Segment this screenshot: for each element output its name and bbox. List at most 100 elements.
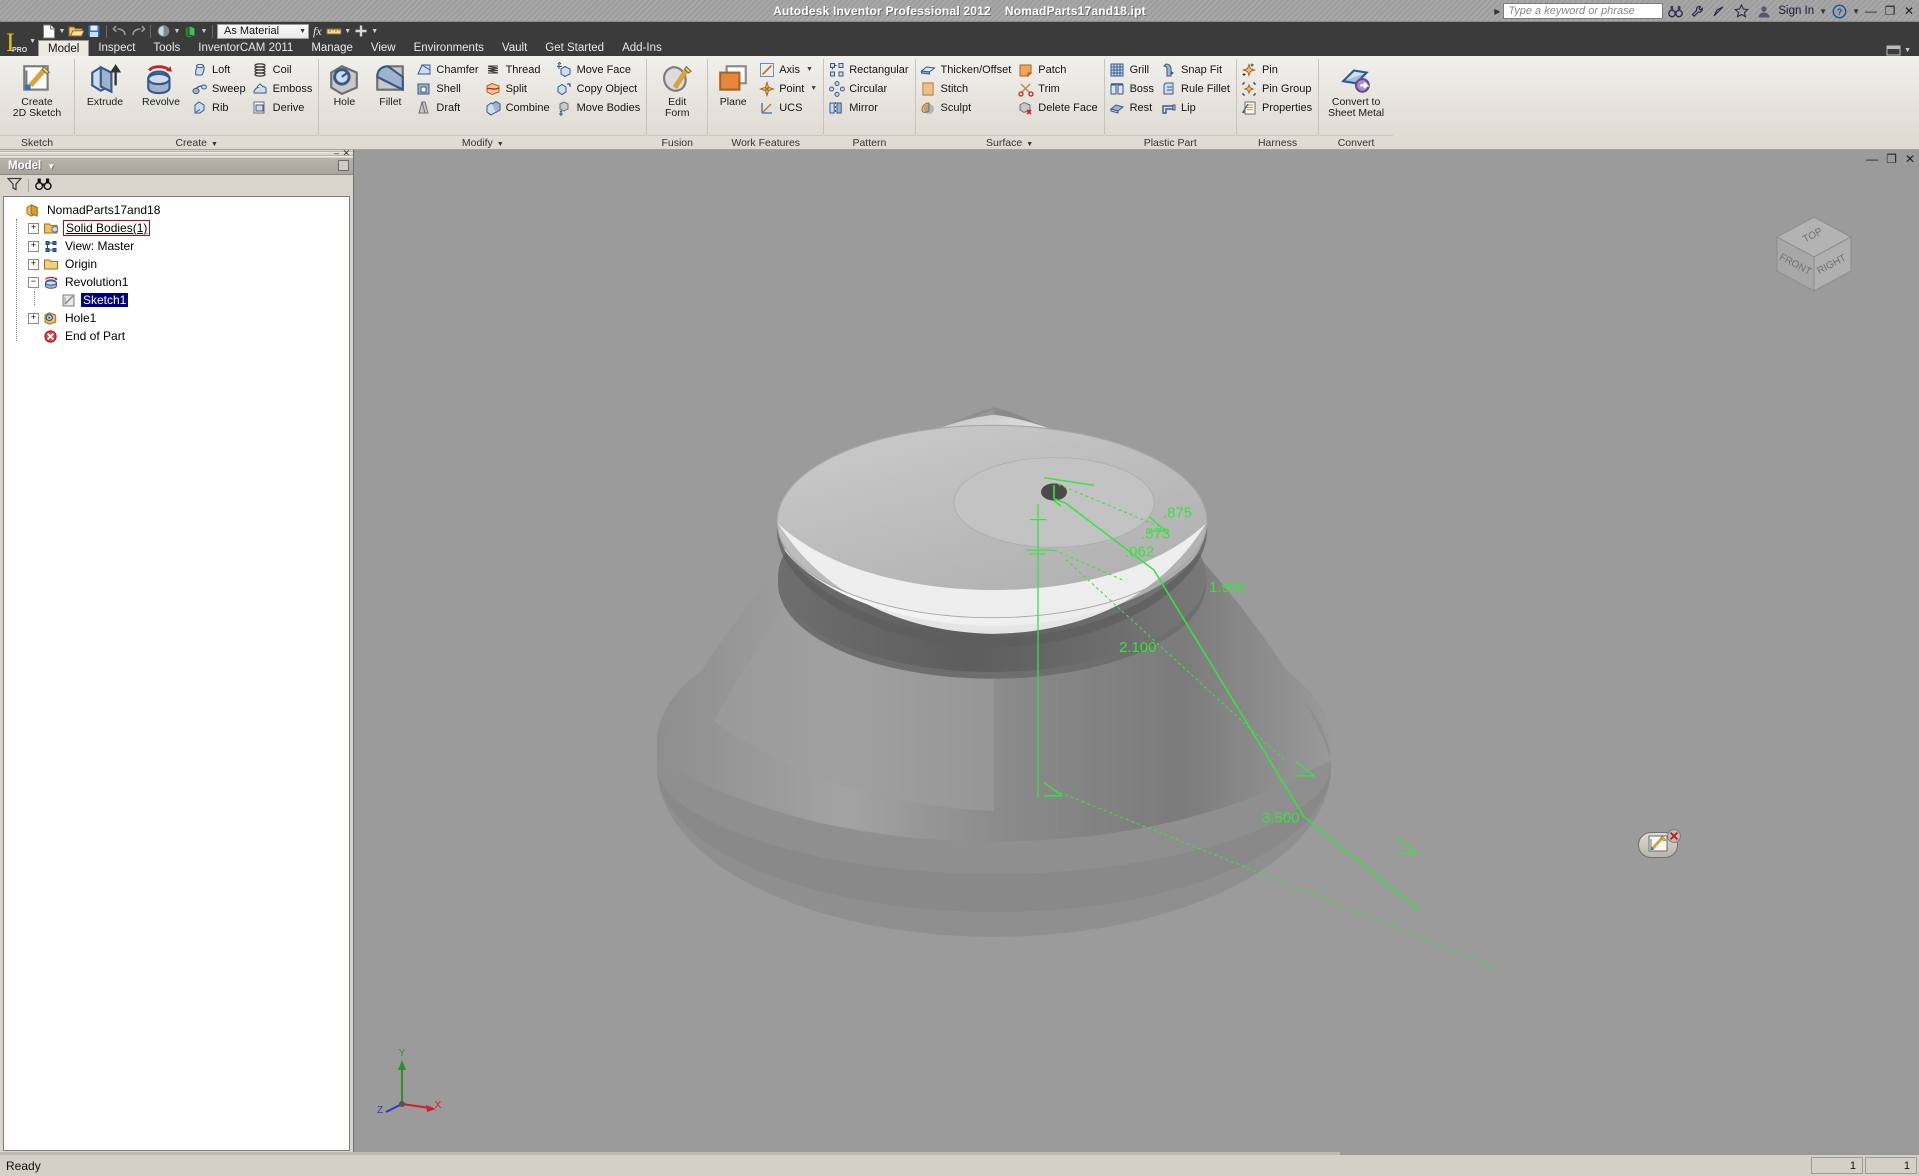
dimension-value[interactable]: .062 bbox=[1125, 545, 1154, 561]
tree-expand-icon[interactable]: + bbox=[28, 240, 39, 252]
ribbon-button-chamfer[interactable]: Chamfer bbox=[413, 60, 482, 79]
window-restore-button[interactable]: ❐ bbox=[1882, 3, 1898, 19]
qat-overflow-arrow[interactable]: ▶ bbox=[1494, 7, 1500, 16]
redo-icon[interactable] bbox=[129, 23, 146, 40]
horizontal-scrollbar[interactable] bbox=[0, 1152, 1340, 1155]
ribbon-button-thread[interactable]: Thread bbox=[483, 60, 554, 79]
favorites-star-icon[interactable] bbox=[1732, 2, 1751, 20]
save-icon[interactable] bbox=[85, 23, 102, 40]
sign-in-button[interactable]: Sign In bbox=[1776, 5, 1816, 17]
ribbon-button-mirror[interactable]: Mirror bbox=[826, 98, 912, 117]
viewport-restore-button[interactable]: ❐ bbox=[1886, 152, 1897, 166]
tab-inventorcam-2011[interactable]: InventorCAM 2011 bbox=[189, 40, 302, 56]
search-binoculars-icon[interactable] bbox=[1666, 2, 1685, 20]
filter-icon[interactable] bbox=[6, 177, 23, 194]
sign-in-dropdown-icon[interactable]: ▼ bbox=[1819, 7, 1827, 16]
tree-node-solid-bodies-1-[interactable]: + Solid Bodies(1) bbox=[4, 219, 349, 237]
tab-add-ins[interactable]: Add-Ins bbox=[613, 40, 671, 56]
inventor-logo[interactable]: I PRO ▼ bbox=[2, 23, 36, 56]
tree-expand-icon[interactable]: + bbox=[28, 222, 39, 234]
ribbon-button-rib[interactable]: Rib bbox=[189, 98, 250, 117]
ribbon-button-fillet[interactable]: Fillet bbox=[367, 59, 413, 108]
tree-node-end-of-part[interactable]: End of Part bbox=[4, 327, 349, 345]
plus-icon[interactable] bbox=[353, 23, 370, 40]
window-close-button[interactable]: ✕ bbox=[1901, 3, 1917, 19]
ribbon-button-boss[interactable]: Boss bbox=[1107, 79, 1158, 98]
ribbon-button-thicken-offset[interactable]: Thicken/Offset bbox=[918, 60, 1016, 79]
panel-label[interactable]: Create ▼ bbox=[75, 135, 319, 149]
ribbon-button-move-face[interactable]: Move Face bbox=[554, 60, 645, 79]
ribbon-button-trim[interactable]: Trim bbox=[1015, 79, 1101, 98]
ribbon-button-sculpt[interactable]: Sculpt bbox=[918, 98, 1016, 117]
ribbon-button-edit-form[interactable]: Edit Form bbox=[649, 59, 705, 119]
ribbon-button-pin-group[interactable]: Pin Group bbox=[1239, 79, 1316, 98]
ribbon-button-shell[interactable]: Shell bbox=[413, 79, 482, 98]
ribbon-button-point[interactable]: Point ▼ bbox=[756, 79, 821, 98]
delete-red-x-icon[interactable] bbox=[1666, 828, 1682, 844]
ribbon-button-snap-fit[interactable]: Snap Fit bbox=[1158, 60, 1234, 79]
dimension-value[interactable]: 2.100 bbox=[1119, 640, 1156, 656]
tree-node-revolution1[interactable]: − Revolution1 bbox=[4, 273, 349, 291]
qat-more-chevron-down-icon[interactable]: ▼ bbox=[371, 28, 379, 35]
ribbon-display-options[interactable]: ▼ bbox=[1886, 45, 1911, 56]
ribbon-button-sweep[interactable]: Sweep bbox=[189, 79, 250, 98]
tab-inspect[interactable]: Inspect bbox=[89, 40, 144, 56]
ribbon-button-ucs[interactable]: UCS bbox=[756, 98, 821, 117]
ribbon-button-circular[interactable]: Circular bbox=[826, 79, 912, 98]
ribbon-button-move-bodies[interactable]: Move Bodies bbox=[554, 98, 645, 117]
panel-label[interactable]: Surface ▼ bbox=[915, 135, 1104, 149]
tree-expand-icon[interactable]: + bbox=[28, 312, 39, 324]
ribbon-button-hole[interactable]: Hole bbox=[321, 59, 367, 108]
tree-node-origin[interactable]: + Origin bbox=[4, 255, 349, 273]
tree-node-hole1[interactable]: + Hole1 bbox=[4, 309, 349, 327]
ribbon-button-convert-to-sheet-metal[interactable]: Convert to Sheet Metal bbox=[1321, 59, 1391, 119]
ribbon-button-grill[interactable]: Grill bbox=[1107, 60, 1158, 79]
ribbon-button-copy-object[interactable]: Copy Object bbox=[554, 79, 645, 98]
ribbon-button-emboss[interactable]: Emboss bbox=[250, 79, 317, 98]
viewport-close-button[interactable]: ✕ bbox=[1905, 152, 1915, 166]
tab-environments[interactable]: Environments bbox=[405, 40, 493, 56]
ribbon-button-rectangular[interactable]: Rectangular bbox=[826, 60, 912, 79]
ribbon-button-split[interactable]: Split bbox=[483, 79, 554, 98]
ribbon-button-rule-fillet[interactable]: Rule Fillet bbox=[1158, 79, 1234, 98]
help-dropdown-icon[interactable]: ▼ bbox=[1852, 7, 1860, 16]
panel-chevron-down-icon[interactable]: ▼ bbox=[497, 141, 504, 148]
appearance-dropdown-icon[interactable]: ▼ bbox=[173, 28, 181, 35]
ribbon-button-rest[interactable]: Rest bbox=[1107, 98, 1158, 117]
tree-node-sketch1[interactable]: Sketch1 bbox=[4, 291, 349, 309]
browser-pin-icon[interactable] bbox=[338, 160, 349, 171]
ribbon-button-pin[interactable]: Pin bbox=[1239, 60, 1316, 79]
material-select[interactable]: As Material ▼ bbox=[217, 23, 309, 39]
ribbon-button-draft[interactable]: Draft bbox=[413, 98, 482, 117]
tab-tools[interactable]: Tools bbox=[144, 40, 189, 56]
tab-vault[interactable]: Vault bbox=[493, 40, 536, 56]
material-dropdown-icon[interactable]: ▼ bbox=[200, 28, 208, 35]
view-cube[interactable]: TOP FRONT RIGHT bbox=[1759, 205, 1869, 300]
ribbon-button-combine[interactable]: Combine bbox=[483, 98, 554, 117]
measure-icon[interactable] bbox=[326, 23, 343, 40]
search-input[interactable]: Type a keyword or phrase bbox=[1503, 3, 1664, 19]
panel-chevron-down-icon[interactable]: ▼ bbox=[211, 141, 218, 148]
dish-feedback-icon[interactable] bbox=[1710, 2, 1729, 20]
undo-icon[interactable] bbox=[111, 23, 128, 40]
browser-minimize-icon[interactable]: – bbox=[334, 148, 339, 158]
ribbon-button-coil[interactable]: Coil bbox=[250, 60, 317, 79]
tree-node-nomadparts17and18[interactable]: NomadParts17and18 bbox=[4, 201, 349, 219]
ribbon-button-axis[interactable]: Axis ▼ bbox=[756, 60, 821, 79]
chevron-down-icon[interactable]: ▼ bbox=[806, 66, 813, 73]
tree-collapse-icon[interactable]: − bbox=[28, 276, 39, 288]
tab-model[interactable]: Model bbox=[38, 40, 90, 56]
browser-chevron-down-icon[interactable]: ▼ bbox=[47, 162, 55, 171]
graphics-viewport[interactable]: — ❐ ✕ .875 .573 .062 1.950 2.100 3.500 T… bbox=[354, 150, 1919, 1154]
ribbon-button-properties[interactable]: Properties bbox=[1239, 98, 1316, 117]
tab-get-started[interactable]: Get Started bbox=[536, 40, 613, 56]
panel-chevron-down-icon[interactable]: ▼ bbox=[1026, 141, 1033, 148]
parameters-fx-icon[interactable]: fx bbox=[310, 24, 325, 39]
ribbon-button-derive[interactable]: Derive bbox=[250, 98, 317, 117]
ribbon-button-plane[interactable]: Plane bbox=[710, 59, 756, 108]
ribbon-button-create-2d-sketch[interactable]: Create 2D Sketch bbox=[2, 59, 72, 119]
dimension-value[interactable]: .875 bbox=[1163, 506, 1192, 522]
viewport-minimize-button[interactable]: — bbox=[1866, 152, 1878, 166]
application-menu-chevron-down-icon[interactable]: ▼ bbox=[29, 38, 36, 45]
binoculars-icon[interactable] bbox=[35, 177, 52, 194]
